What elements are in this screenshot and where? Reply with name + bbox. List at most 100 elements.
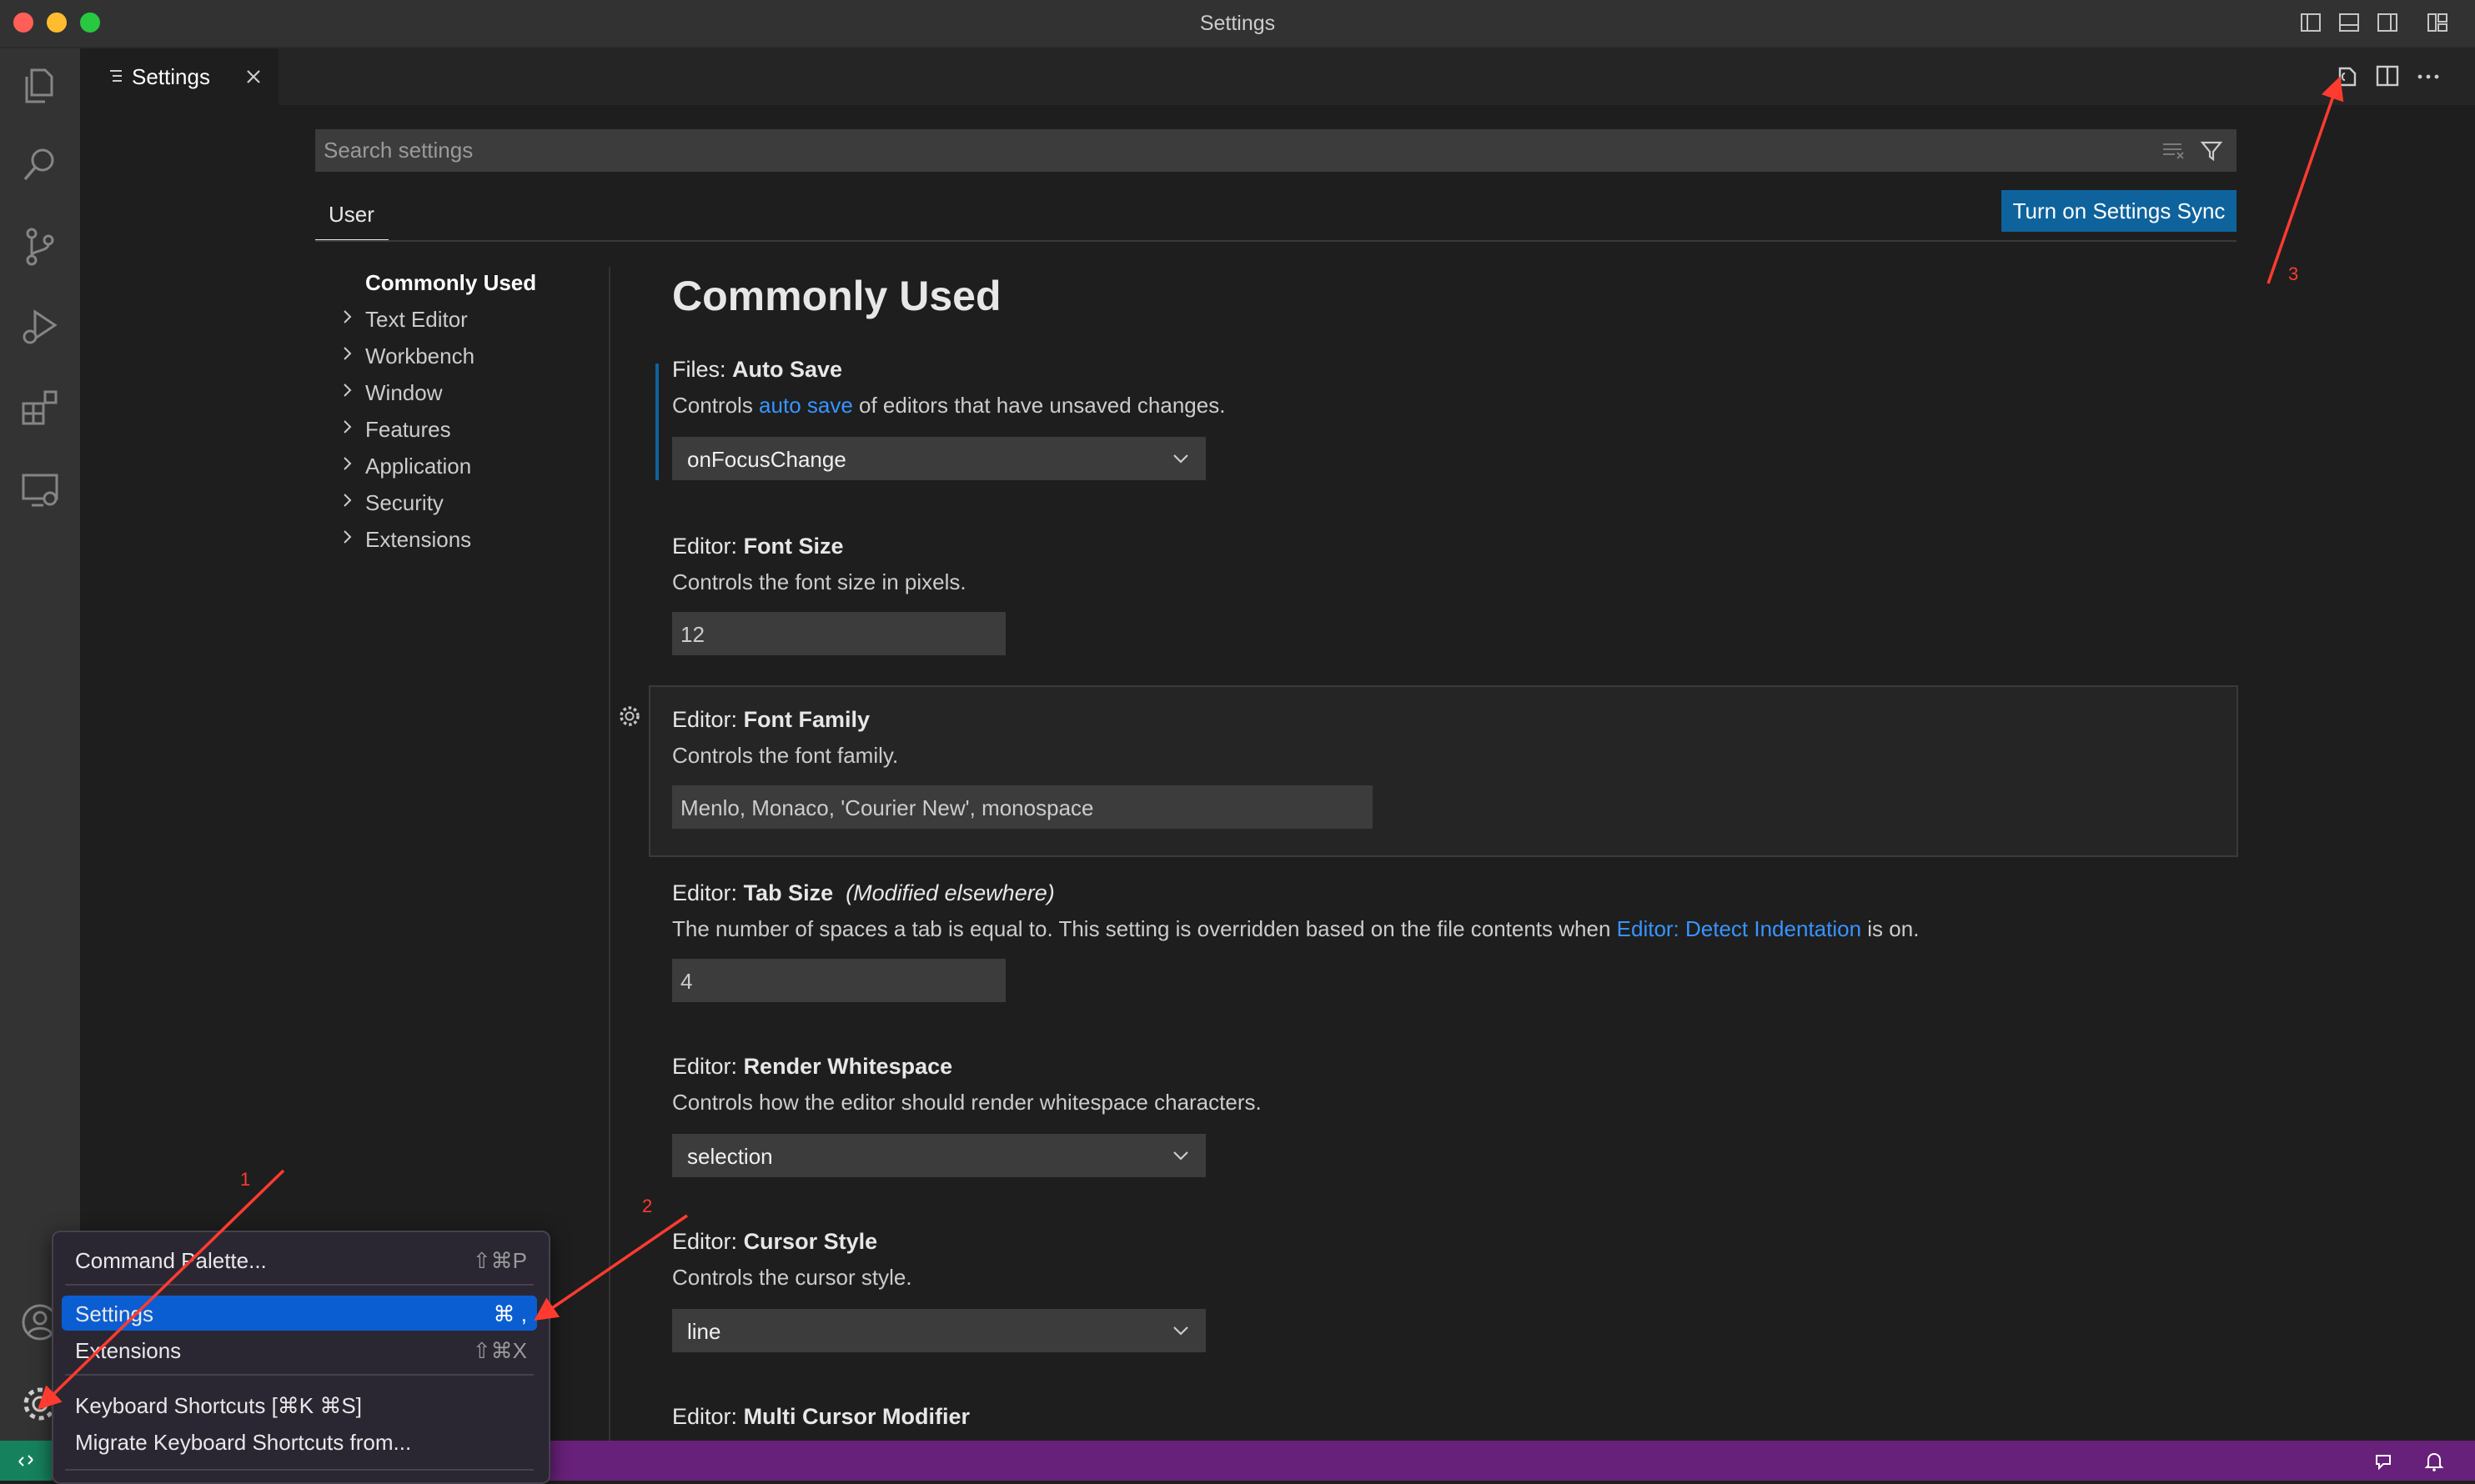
setting-category: Editor: — [672, 707, 738, 732]
modified-elsewhere-indicator[interactable]: (Modified elsewhere) — [846, 880, 1055, 905]
setting-description: The number of spaces a tab is equal to. … — [672, 916, 1617, 941]
shortcut-label: ⇧⌘P — [472, 1248, 527, 1273]
annotation-label-2: 2 — [642, 1196, 653, 1216]
chevron-right-icon — [344, 494, 352, 507]
menu-item-settings[interactable]: Settings ⌘ , — [62, 1296, 537, 1331]
more-actions-icon[interactable] — [2415, 63, 2442, 90]
toggle-primary-sidebar-icon[interactable] — [2300, 12, 2322, 33]
tab-settings[interactable]: Settings — [80, 48, 279, 105]
setting-files-auto-save: Files: Auto Save Controls auto save of e… — [672, 357, 2423, 419]
chevron-down-icon — [1173, 1151, 1188, 1161]
search-settings-input[interactable] — [315, 129, 2150, 172]
setting-category: Editor: — [672, 1404, 738, 1429]
setting-description: Controls the font size in pixels. — [672, 569, 966, 594]
settings-file-icon — [110, 70, 122, 82]
setting-name: Font Family — [743, 707, 871, 732]
chevron-right-icon — [344, 457, 352, 470]
source-control-icon[interactable] — [18, 225, 62, 268]
setting-editor-tab-size: Editor: Tab Size (Modified elsewhere) Th… — [672, 880, 2423, 942]
setting-editor-multi-cursor-modifier: Editor: Multi Cursor Modifier — [672, 1404, 2423, 1430]
auto-save-select[interactable]: onFocusChange — [672, 437, 1206, 480]
setting-description: Controls — [672, 393, 760, 418]
search-settings-box — [315, 129, 2237, 172]
setting-category: Editor: — [672, 1229, 738, 1254]
setting-name: Render Whitespace — [743, 1054, 953, 1079]
menu-separator — [65, 1374, 534, 1376]
remote-explorer-icon[interactable] — [18, 469, 62, 512]
render-whitespace-select[interactable]: selection — [672, 1134, 1206, 1177]
tab-size-input[interactable]: 4 — [672, 959, 1006, 1002]
title-bar: Settings — [0, 0, 2475, 48]
scope-tabs-divider — [315, 240, 2237, 242]
open-settings-json-icon[interactable] — [2333, 63, 2360, 90]
auto-save-link[interactable]: auto save — [759, 393, 853, 418]
setting-name: Font Size — [743, 534, 844, 559]
customize-layout-icon[interactable] — [2427, 12, 2448, 33]
search-icon[interactable] — [18, 143, 62, 187]
setting-category: Editor: — [672, 880, 738, 905]
cursor-style-select[interactable]: line — [672, 1309, 1206, 1352]
font-size-input[interactable]: 12 — [672, 612, 1006, 655]
toggle-secondary-sidebar-icon[interactable] — [2377, 12, 2398, 33]
editor-tab-bar: Settings — [80, 48, 2475, 105]
setting-editor-font-family: Editor: Font Family Controls the font fa… — [672, 707, 2423, 769]
setting-name: Multi Cursor Modifier — [743, 1404, 971, 1429]
setting-editor-font-size: Editor: Font Size Controls the font size… — [672, 534, 2423, 595]
selected-value: selection — [687, 1144, 773, 1169]
extensions-icon[interactable] — [18, 387, 62, 430]
clear-search-icon[interactable] — [2161, 141, 2185, 161]
notifications-bell-icon[interactable] — [2423, 1451, 2445, 1472]
menu-item-command-palette[interactable]: Command Palette... ⇧⌘P — [62, 1242, 537, 1277]
turn-on-settings-sync-button[interactable]: Turn on Settings Sync — [2001, 190, 2237, 232]
setting-description: Controls the cursor style. — [672, 1265, 912, 1290]
split-editor-icon[interactable] — [2375, 63, 2400, 88]
focused-setting-indicator — [655, 363, 659, 480]
setting-description: Controls how the editor should render wh… — [672, 1090, 1262, 1115]
chevron-right-icon — [344, 310, 352, 323]
user-tab-label: User — [329, 202, 374, 227]
annotation-label-1: 1 — [240, 1169, 251, 1190]
setting-editor-render-whitespace: Editor: Render Whitespace Controls how t… — [672, 1054, 2423, 1116]
toc-divider — [609, 267, 610, 1441]
chevron-right-icon — [344, 420, 352, 434]
menu-item-keyboard-shortcuts[interactable]: Keyboard Shortcuts [⌘K ⌘S] — [62, 1387, 537, 1422]
setting-name: Tab Size — [743, 880, 834, 905]
chevron-down-icon — [1173, 454, 1188, 464]
chevron-right-icon — [344, 384, 352, 397]
input-value: Menlo, Monaco, 'Courier New', monospace — [680, 795, 1094, 820]
feedback-icon[interactable] — [2373, 1451, 2395, 1472]
close-tab-icon[interactable] — [245, 68, 262, 85]
input-value: 12 — [680, 622, 705, 647]
filter-icon[interactable] — [2200, 139, 2223, 163]
selected-value: line — [687, 1319, 721, 1344]
remote-icon — [18, 1455, 33, 1466]
tab-label: Settings — [132, 64, 210, 89]
setting-editor-cursor-style: Editor: Cursor Style Controls the cursor… — [672, 1229, 2423, 1291]
shortcut-label: ⇧⌘X — [472, 1338, 527, 1363]
setting-description-rest: is on. — [1861, 916, 1920, 941]
tab-user-settings[interactable]: User — [315, 198, 389, 242]
selected-value: onFocusChange — [687, 447, 846, 472]
menu-separator — [65, 1469, 534, 1471]
chevron-down-icon — [1173, 1326, 1188, 1336]
font-family-input[interactable]: Menlo, Monaco, 'Courier New', monospace — [672, 785, 1373, 829]
toggle-panel-icon[interactable] — [2338, 12, 2360, 33]
menu-item-migrate-keyboard-shortcuts[interactable]: Migrate Keyboard Shortcuts from... — [62, 1424, 537, 1459]
menu-separator — [65, 1284, 534, 1286]
annotation-label-3: 3 — [2288, 263, 2299, 284]
run-and-debug-icon[interactable] — [18, 305, 62, 348]
detect-indentation-link[interactable]: Editor: Detect Indentation — [1617, 916, 1861, 941]
setting-gear-icon[interactable] — [617, 704, 642, 729]
chevron-right-icon — [344, 530, 352, 544]
setting-name: Cursor Style — [743, 1229, 878, 1254]
setting-category: Editor: — [672, 1054, 738, 1079]
shortcut-label: ⌘ , — [493, 1301, 527, 1326]
chevron-right-icon — [344, 347, 352, 360]
setting-description: Controls the font family. — [672, 743, 899, 768]
remote-indicator-button[interactable] — [0, 1441, 52, 1481]
explorer-icon[interactable] — [18, 63, 62, 107]
menu-item-extensions[interactable]: Extensions ⇧⌘X — [62, 1332, 537, 1367]
setting-category: Editor: — [672, 534, 738, 559]
input-value: 4 — [680, 969, 693, 994]
manage-menu: Command Palette... ⇧⌘P Settings ⌘ , Exte… — [52, 1231, 550, 1484]
